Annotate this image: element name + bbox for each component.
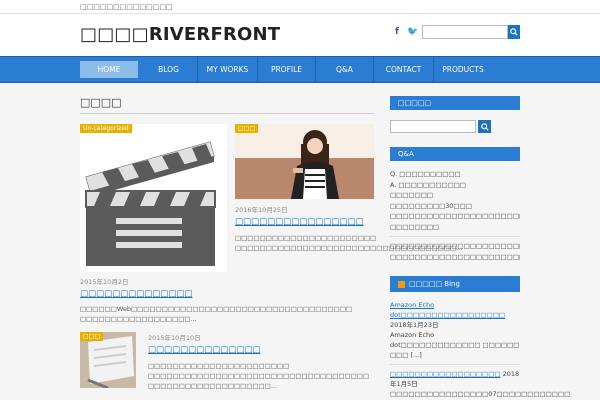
divider	[390, 236, 520, 237]
rss-item: Amazon Echo dot□□□□□□□□□□□□□□□□□ 2018年1月…	[390, 300, 520, 330]
category-badge[interactable]: □□□	[80, 332, 104, 341]
rss-icon	[398, 280, 405, 288]
qa-line: □□□□□□□□□30□□□	[390, 201, 472, 210]
qa-line: Q. □□□□□□□□□□	[390, 170, 461, 178]
sidebar-search-heading: □□□□□	[390, 96, 520, 110]
qa-line: □□□□□□□□□□□□□□□□□□□□□□□□□□□□□□□	[390, 242, 520, 250]
clapperboard-icon	[80, 124, 227, 272]
nav-profile[interactable]: PROFILE	[258, 57, 316, 82]
main-nav: HOME BLOG MY WORKS PROFILE Q&A CONTACT P…	[0, 56, 600, 83]
site-logo[interactable]: □□□□RIVERFRONT	[80, 24, 280, 45]
site-header: □□□□RIVERFRONT f 🐦	[0, 14, 600, 56]
qa-content: Q. □□□□□□□□□□ A. □□□□□□□□□□□ □□□□□□□ □□□…	[390, 169, 520, 262]
site-tagline: □□□□□□□□□□□□□□	[80, 3, 173, 11]
search-icon	[510, 28, 518, 36]
search-icon	[480, 122, 489, 131]
qa-widget: Q&A Q. □□□□□□□□□□ A. □□□□□□□□□□□ □□□□□□□…	[390, 147, 520, 262]
post-card-3: 2015年10月10日 □□□□□□□□□□□□□□ □□□□□□□□□□□□□…	[148, 332, 374, 391]
post-thumbnail-3[interactable]: □□□	[80, 332, 136, 388]
qa-line: □□□□□□□□	[390, 222, 440, 231]
qa-line: A. □□□□□□□□□□□	[390, 180, 467, 189]
category-badge[interactable]: Un-categorized	[80, 124, 132, 133]
nav-qa[interactable]: Q&A	[316, 57, 374, 82]
nav-home[interactable]: HOME	[80, 61, 138, 78]
sidebar-search	[390, 120, 520, 133]
rss-item-link[interactable]: Amazon Echo dot□□□□□□□□□□□□□□□□□	[390, 301, 505, 319]
qa-line: □□□□□□□□□□□□□□□□□□□□□□□□□□□□□□	[390, 252, 520, 261]
header-search-input[interactable]	[422, 25, 508, 39]
facebook-icon[interactable]: f	[395, 27, 399, 37]
woman-phone-photo	[235, 124, 374, 199]
post-date: 2015年10月10日	[148, 334, 201, 342]
post-card-3-thumb: □□□	[80, 332, 136, 388]
post-date: 2015年10月2日	[80, 278, 129, 286]
header-search	[422, 25, 520, 39]
nav-contact[interactable]: CONTACT	[374, 57, 434, 82]
post-excerpt: □□□□□□Web□□□□□□□□□□□□□□□□□□□□□□□□□□□□□□□…	[80, 305, 353, 323]
rss-list: Amazon Echo dot□□□□□□□□□□□□□□□□□ 2018年1月…	[390, 300, 571, 400]
main-content: □□□□ Un-categorized 2015年10月2日 □□□□□□□□□…	[80, 96, 462, 390]
rss-heading-label: □□□□□ Bing	[409, 280, 460, 288]
header-search-button[interactable]	[508, 25, 520, 39]
qa-line: □□□□□□□□□□□□□□□□□□□□□□□□□□□□□□	[390, 212, 520, 220]
post-title-link[interactable]: □□□□□□□□□□□□□□	[80, 289, 227, 299]
nav-products[interactable]: PRODUCTS	[434, 57, 492, 82]
rss-heading: □□□□□ Bing	[390, 276, 520, 292]
nav-blog[interactable]: BLOG	[140, 57, 198, 82]
rss-item-date: 2018年1月23日	[390, 321, 439, 329]
post-date: 2016年10月25日	[235, 206, 288, 214]
rss-item-link[interactable]: □□□□□□□□□□□□□□□□□□	[390, 370, 501, 378]
nav-my-works[interactable]: MY WORKS	[198, 57, 258, 82]
rss-item-excerpt: Amazon Echo dot□□□□□□□□□□□□□ □□□□□□ □□□ …	[390, 331, 520, 359]
twitter-icon[interactable]: 🐦	[407, 27, 418, 37]
category-badge[interactable]: □□□	[235, 124, 259, 133]
qa-line: □□□□□□□	[390, 191, 433, 199]
top-strip: □□□□□□□□□□□□□□	[0, 0, 600, 14]
nav-list: HOME BLOG MY WORKS PROFILE Q&A CONTACT P…	[78, 57, 492, 82]
qa-heading: Q&A	[390, 147, 520, 161]
post-excerpt: □□□□□□□□□□□□□□□□□□□□□□□ □□□□□□□□□□□□□□□□…	[148, 362, 370, 390]
rss-item-excerpt: □□□□□□□□□□□□□□□□07□□□□□□□□□□□□ □□□ ... C…	[390, 390, 571, 398]
post-card-2: □□□ 2016年10月25日 □□□□□□□□□□□□□□□□ □□□□□□□…	[235, 124, 463, 253]
divider	[390, 364, 520, 365]
sidebar: □□□□□ Q&A Q. □□□□□□□□□□ A. □□□□□□□□□□□ □…	[390, 96, 571, 400]
sidebar-search-button[interactable]	[478, 120, 491, 133]
post-title-link[interactable]: □□□□□□□□□□□□□□	[148, 345, 374, 355]
sidebar-search-input[interactable]	[390, 120, 476, 133]
page-title: □□□□	[80, 96, 374, 114]
post-excerpt: □□□□□□□□□□□□□□□□□□□□□□□ □□□□□□□□□□□□□□□□…	[235, 234, 463, 252]
post-card-1: Un-categorized 2015年10月2日 □□□□□□□□□□□□□□…	[80, 124, 353, 324]
post-thumbnail-1[interactable]: Un-categorized	[80, 124, 227, 272]
post-thumbnail-2[interactable]: □□□	[235, 124, 374, 199]
post-title-link[interactable]: □□□□□□□□□□□□□□□□	[235, 217, 374, 227]
rss-item: □□□□□□□□□□□□□□□□□□ 2018年1月5日	[390, 369, 520, 389]
